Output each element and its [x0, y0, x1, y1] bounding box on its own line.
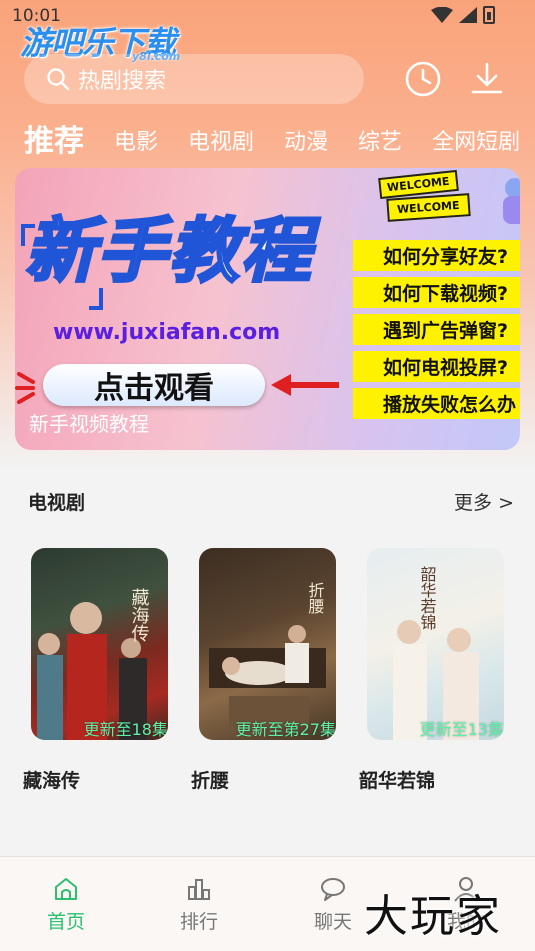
- drama-card[interactable]: 韶华若锦 更新至13集 韶华若锦: [359, 548, 504, 792]
- drama-title: 韶华若锦: [359, 770, 436, 792]
- poster-art: 藏海传: [37, 588, 150, 740]
- faq-item: 播放失败怎么办: [353, 388, 520, 419]
- banner-bracket: [89, 288, 103, 310]
- nav-label: 聊天: [313, 911, 352, 933]
- watch-tutorial-button[interactable]: 点击观看: [43, 364, 265, 406]
- nav-home[interactable]: 首页: [26, 875, 106, 934]
- banner-url: www.juxiafan.com: [53, 320, 281, 345]
- section-title: 电视剧: [28, 492, 86, 514]
- poster-image[interactable]: 藏海传 更新至18集: [31, 548, 168, 740]
- category-tabs: 推荐 电影 电视剧 动漫 综艺 全网短剧: [24, 118, 535, 162]
- arrow-left-icon: [271, 374, 339, 396]
- welcome-sticker: WELCOME: [386, 193, 471, 222]
- search-input[interactable]: 热剧搜索: [24, 54, 364, 104]
- tab-variety[interactable]: 综艺: [358, 124, 402, 162]
- nav-ranking[interactable]: 排行: [159, 875, 239, 934]
- poster-image[interactable]: 折腰 更新至第27集: [199, 548, 336, 740]
- banner-caption: 新手视频教程: [29, 412, 149, 436]
- history-icon[interactable]: [404, 60, 442, 98]
- tab-anime[interactable]: 动漫: [284, 124, 328, 162]
- download-icon[interactable]: [468, 60, 506, 98]
- tv-series-section-header: 电视剧 更多 >: [28, 486, 518, 516]
- faq-list: 如何分享好友? 如何下载视频? 遇到广告弹窗? 如何电视投屏? 播放失败怎么办: [353, 240, 520, 425]
- character-illustration-icon: [503, 178, 520, 224]
- tab-recommend[interactable]: 推荐: [24, 116, 84, 162]
- tab-movies[interactable]: 电影: [114, 124, 158, 162]
- nav-label: 首页: [46, 911, 85, 933]
- signal-icon: [459, 7, 477, 23]
- nav-label: 排行: [179, 911, 218, 933]
- faq-item: 如何下载视频?: [353, 277, 520, 308]
- poster-art: 折腰: [209, 582, 326, 726]
- drama-card[interactable]: 藏海传 更新至18集 藏海传: [23, 548, 168, 792]
- poster-title-text: 藏海传: [129, 588, 150, 642]
- wifi-icon: [431, 7, 453, 23]
- nav-chat[interactable]: 聊天: [293, 875, 373, 934]
- poster-image[interactable]: 韶华若锦 更新至13集: [367, 548, 504, 740]
- more-link[interactable]: 更多 >: [454, 488, 514, 515]
- ranking-icon: [188, 879, 210, 900]
- home-icon: [55, 878, 77, 900]
- drama-title: 折腰: [191, 770, 230, 792]
- search-placeholder: 热剧搜索: [78, 69, 167, 94]
- chat-icon: [321, 878, 345, 901]
- faq-item: 如何电视投屏?: [353, 351, 520, 382]
- search-icon: [47, 68, 70, 91]
- watermark: 大玩家: [364, 891, 502, 942]
- poster-art: 韶华若锦: [393, 566, 479, 740]
- tutorial-banner[interactable]: 新手教程 www.juxiafan.com 点击观看 新手视频教程 WELCOM…: [15, 168, 520, 450]
- drama-title: 藏海传: [23, 770, 81, 792]
- drama-card[interactable]: 折腰 更新至第27集 折腰: [191, 548, 336, 792]
- faq-item: 遇到广告弹窗?: [353, 314, 520, 345]
- faq-item: 如何分享好友?: [353, 240, 520, 271]
- tab-short-dramas[interactable]: 全网短剧: [432, 124, 520, 162]
- episode-badge: 更新至第27集: [235, 720, 336, 739]
- episode-badge: 更新至18集: [83, 720, 168, 739]
- status-icons: [431, 6, 495, 24]
- poster-title-text: 韶华若锦: [418, 566, 437, 630]
- battery-icon: [483, 6, 495, 24]
- banner-title: 新手教程: [24, 210, 313, 292]
- poster-title-text: 折腰: [306, 582, 325, 615]
- emphasis-marks-icon: [15, 372, 35, 404]
- episode-badge: 更新至13集: [419, 720, 504, 739]
- tab-tv-series[interactable]: 电视剧: [188, 124, 254, 162]
